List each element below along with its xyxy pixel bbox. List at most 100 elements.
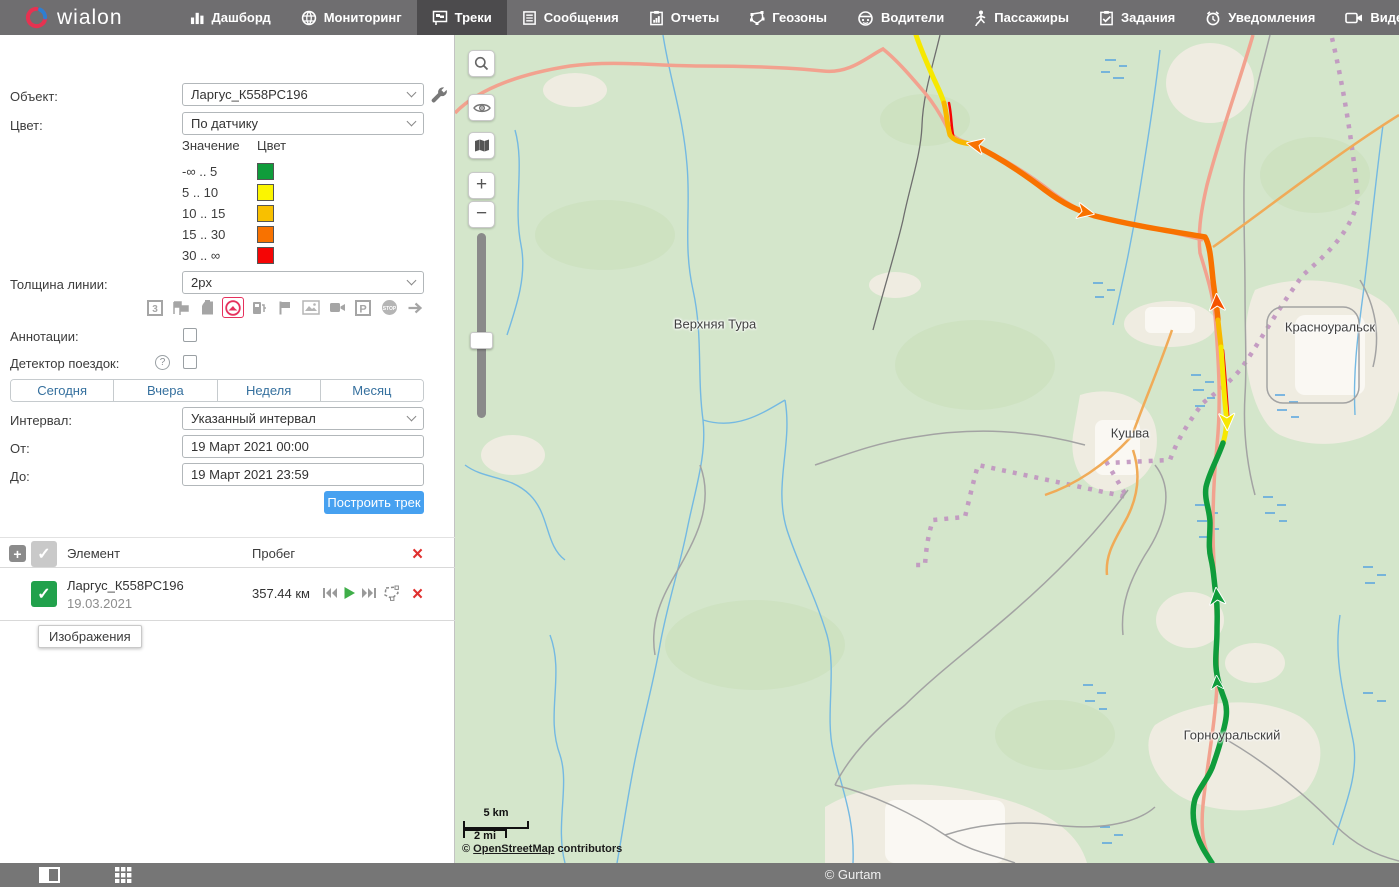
legend-row: 15 .. 30 bbox=[182, 224, 286, 245]
skip-to-end-icon[interactable] bbox=[361, 587, 377, 599]
stop-icon[interactable]: STOP bbox=[379, 298, 399, 317]
track-layer-toolbar: 3 P STOP bbox=[145, 298, 425, 317]
month-button[interactable]: Месяц bbox=[321, 380, 423, 401]
eye-icon bbox=[473, 102, 491, 114]
legend-swatch-red bbox=[257, 247, 274, 264]
nav-passengers[interactable]: Пассажиры bbox=[959, 0, 1084, 35]
video-icon bbox=[1345, 11, 1363, 25]
from-label: От: bbox=[10, 441, 30, 456]
counter-3-icon[interactable]: 3 bbox=[145, 298, 165, 317]
nav-label: Отчеты bbox=[671, 10, 720, 25]
thickness-select[interactable]: 2px bbox=[182, 271, 424, 294]
nav-monitoring[interactable]: Мониторинг bbox=[286, 0, 417, 35]
mileage-header: Пробег bbox=[252, 546, 295, 561]
town-label-krasnouralsk: Красноуральск bbox=[1285, 320, 1375, 335]
images-button[interactable]: Изображения bbox=[38, 625, 142, 648]
interval-select[interactable]: Указанный интервал bbox=[182, 407, 424, 430]
element-header: Элемент bbox=[67, 546, 120, 561]
nav-video[interactable]: Видео bbox=[1330, 0, 1399, 35]
wialon-logo-icon bbox=[25, 6, 48, 29]
scale-mi-bar: 2 mi bbox=[463, 829, 507, 838]
track-name: Ларгус_К558РС196 bbox=[67, 578, 184, 593]
wrench-icon[interactable] bbox=[430, 86, 449, 105]
trip-detector-label: Детектор поездок: bbox=[10, 356, 119, 371]
chevron-down-icon bbox=[407, 276, 417, 286]
video-camera-icon[interactable] bbox=[327, 298, 347, 317]
map-layers-button[interactable] bbox=[468, 132, 495, 159]
today-button[interactable]: Сегодня bbox=[11, 380, 114, 401]
zoom-slider-track[interactable] bbox=[477, 233, 486, 418]
legend-range: 10 .. 15 bbox=[182, 206, 257, 221]
help-icon[interactable]: ? bbox=[155, 355, 170, 370]
arrow-right-icon[interactable] bbox=[405, 298, 425, 317]
nav-drivers[interactable]: Водители bbox=[842, 0, 959, 35]
legend-range: 15 .. 30 bbox=[182, 227, 257, 242]
town-label-gornouralsky: Горноуральский bbox=[1184, 728, 1281, 743]
parking-icon[interactable]: P bbox=[353, 298, 373, 317]
quick-interval-buttons: Сегодня Вчера Неделя Месяц bbox=[10, 379, 424, 402]
zoom-out-button[interactable]: − bbox=[468, 201, 495, 228]
speed-icon[interactable] bbox=[223, 298, 243, 317]
legend-row: -∞ .. 5 bbox=[182, 161, 286, 182]
zoom-slider-handle[interactable] bbox=[470, 332, 493, 349]
nav-label: Видео bbox=[1370, 10, 1399, 25]
map-search-button[interactable] bbox=[468, 50, 495, 77]
legend-range: 30 .. ∞ bbox=[182, 248, 257, 263]
build-track-button[interactable]: Построить трек bbox=[324, 491, 424, 514]
annotations-label: Аннотации: bbox=[10, 329, 79, 344]
yesterday-button[interactable]: Вчера bbox=[114, 380, 217, 401]
skip-to-start-icon[interactable] bbox=[322, 587, 338, 599]
nav-label: Мониторинг bbox=[324, 10, 402, 25]
flags-icon[interactable] bbox=[171, 298, 191, 317]
object-select[interactable]: Ларгус_К558РС196 bbox=[182, 83, 424, 106]
nav-geofences[interactable]: Геозоны bbox=[734, 0, 842, 35]
trip-detector-checkbox[interactable] bbox=[183, 355, 197, 369]
track-list-header: + ✓ Элемент Пробег × bbox=[0, 537, 455, 568]
toggle-panel-icon[interactable] bbox=[39, 867, 60, 883]
nav-label: Дашборд bbox=[212, 10, 271, 25]
legend-swatch-orange bbox=[257, 226, 274, 243]
legend-value-header: Значение bbox=[182, 138, 257, 153]
wialon-app: wialon Дашборд Мониторинг Треки Сообщени… bbox=[0, 0, 1399, 887]
nav-reports[interactable]: Отчеты bbox=[634, 0, 735, 35]
remove-all-button[interactable]: × bbox=[412, 545, 423, 564]
to-input[interactable] bbox=[182, 463, 424, 486]
nav-messages[interactable]: Сообщения bbox=[507, 0, 634, 35]
flag-icon[interactable] bbox=[275, 298, 295, 317]
legend-row: 30 .. ∞ bbox=[182, 245, 286, 266]
track-row[interactable]: ✓ Ларгус_К558РС196 19.03.2021 357.44 км … bbox=[0, 568, 455, 621]
map-scale: 5 km 2 mi bbox=[463, 821, 529, 838]
interval-select-value: Указанный интервал bbox=[191, 411, 316, 426]
week-button[interactable]: Неделя bbox=[218, 380, 321, 401]
town-label-verkhnyaya-tura: Верхняя Тура bbox=[674, 317, 756, 332]
map-visibility-button[interactable] bbox=[468, 94, 495, 121]
track-checkbox[interactable]: ✓ bbox=[31, 581, 57, 607]
photo-icon[interactable] bbox=[301, 298, 321, 317]
apps-grid-icon[interactable] bbox=[115, 867, 132, 883]
town-label-kushva: Кушва bbox=[1111, 426, 1150, 441]
select-all-checkbox[interactable]: ✓ bbox=[31, 541, 57, 567]
scale-mi-label: 2 mi bbox=[474, 830, 496, 842]
remove-track-button[interactable]: × bbox=[412, 585, 423, 604]
nav-jobs[interactable]: Задания bbox=[1084, 0, 1190, 35]
zoom-in-button[interactable]: + bbox=[468, 172, 495, 199]
color-select[interactable]: По датчику bbox=[182, 112, 424, 135]
main-nav: Дашборд Мониторинг Треки Сообщения Отчет… bbox=[175, 0, 1399, 35]
nav-tracks[interactable]: Треки bbox=[417, 0, 507, 35]
fuel-can-icon[interactable] bbox=[197, 298, 217, 317]
map-canvas[interactable]: Верхняя Тура Красноуральск Кушва Горноур… bbox=[455, 35, 1399, 863]
gurtam-copyright: © Gurtam bbox=[825, 867, 882, 882]
from-input[interactable] bbox=[182, 435, 424, 458]
svg-text:3: 3 bbox=[152, 304, 158, 315]
nav-notifications[interactable]: Уведомления bbox=[1190, 0, 1330, 35]
add-track-button[interactable]: + bbox=[9, 545, 26, 562]
play-track-icon[interactable] bbox=[343, 586, 356, 600]
drivers-icon bbox=[857, 10, 874, 26]
annotations-checkbox[interactable] bbox=[183, 328, 197, 342]
fuel-station-icon[interactable] bbox=[249, 298, 269, 317]
nav-dashboard[interactable]: Дашборд bbox=[175, 0, 286, 35]
openstreetmap-link[interactable]: OpenStreetMap bbox=[473, 843, 554, 855]
geofence-from-track-icon[interactable] bbox=[382, 585, 400, 601]
thickness-select-value: 2px bbox=[191, 275, 212, 290]
legend-swatch-amber bbox=[257, 205, 274, 222]
